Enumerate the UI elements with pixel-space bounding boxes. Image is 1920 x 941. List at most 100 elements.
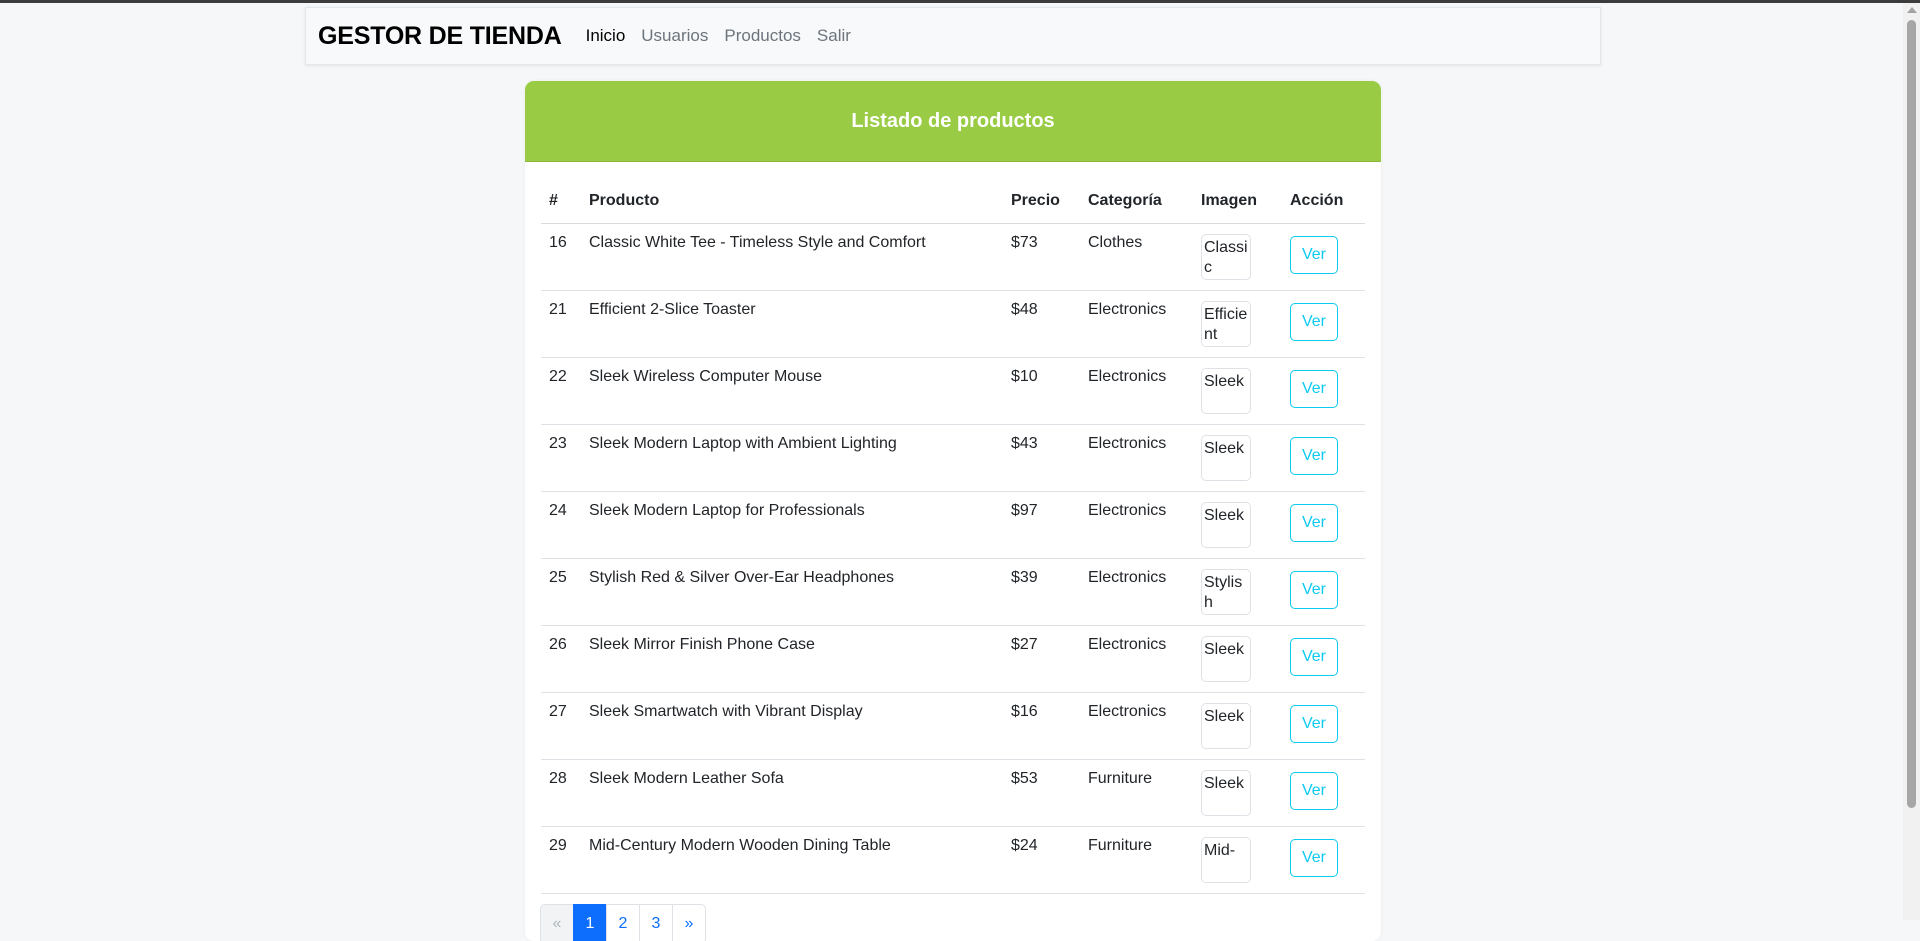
card-header: Listado de productos (525, 81, 1381, 162)
cell-image: Stylish (1193, 558, 1282, 626)
cell-id: 26 (541, 625, 581, 693)
product-image-broken: Sleek (1201, 769, 1251, 816)
cell-id: 16 (541, 223, 581, 291)
pagination-prev[interactable]: « (540, 904, 574, 941)
cell-price: $43 (1003, 424, 1080, 492)
table-row: 22 Sleek Wireless Computer Mouse $10 Ele… (541, 357, 1365, 425)
product-image-broken: Stylish (1201, 568, 1251, 615)
view-button[interactable]: Ver (1290, 570, 1338, 609)
brand-title[interactable]: GESTOR DE TIENDA (318, 22, 562, 51)
table-row: 21 Efficient 2-Slice Toaster $48 Electro… (541, 290, 1365, 358)
cell-price: $24 (1003, 826, 1080, 894)
view-button[interactable]: Ver (1290, 838, 1338, 877)
table-row: 28 Sleek Modern Leather Sofa $53 Furnitu… (541, 759, 1365, 827)
cell-product: Sleek Modern Laptop for Professionals (581, 491, 1003, 559)
table-header-row: # Producto Precio Categoría Imagen Acció… (541, 180, 1365, 224)
cell-action: Ver (1282, 223, 1365, 291)
pagination: « 1 2 3 » (540, 904, 706, 941)
navbar: GESTOR DE TIENDA Inicio Usuarios Product… (305, 7, 1601, 65)
products-card: Listado de productos # Producto Precio C… (525, 81, 1381, 941)
cell-product: Sleek Modern Leather Sofa (581, 759, 1003, 827)
product-image-broken: Mid- (1201, 836, 1251, 883)
cell-product: Efficient 2-Slice Toaster (581, 290, 1003, 358)
cell-category: Electronics (1080, 625, 1193, 693)
cell-price: $73 (1003, 223, 1080, 291)
view-button[interactable]: Ver (1290, 369, 1338, 408)
cell-image: Efficient (1193, 290, 1282, 358)
view-button[interactable]: Ver (1290, 771, 1338, 810)
cell-category: Electronics (1080, 424, 1193, 492)
cell-product: Sleek Smartwatch with Vibrant Display (581, 692, 1003, 760)
cell-category: Furniture (1080, 759, 1193, 827)
table-row: 23 Sleek Modern Laptop with Ambient Ligh… (541, 424, 1365, 492)
table-row: 16 Classic White Tee - Timeless Style an… (541, 223, 1365, 291)
card-body: # Producto Precio Categoría Imagen Acció… (525, 162, 1381, 941)
view-button[interactable]: Ver (1290, 302, 1338, 341)
nav-link-salir[interactable]: Salir (817, 26, 851, 46)
cell-image: Sleek (1193, 759, 1282, 827)
pagination-page-2[interactable]: 2 (606, 904, 640, 941)
cell-action: Ver (1282, 759, 1365, 827)
column-header-image: Imagen (1193, 180, 1282, 224)
table-row: 25 Stylish Red & Silver Over-Ear Headpho… (541, 558, 1365, 626)
product-image-broken: Sleek (1201, 501, 1251, 548)
cell-id: 25 (541, 558, 581, 626)
cell-id: 22 (541, 357, 581, 425)
cell-category: Electronics (1080, 491, 1193, 559)
cell-price: $10 (1003, 357, 1080, 425)
cell-id: 23 (541, 424, 581, 492)
cell-category: Furniture (1080, 826, 1193, 894)
cell-product: Sleek Wireless Computer Mouse (581, 357, 1003, 425)
scroll-thumb[interactable] (1907, 20, 1916, 808)
view-button[interactable]: Ver (1290, 704, 1338, 743)
view-button[interactable]: Ver (1290, 503, 1338, 542)
cell-action: Ver (1282, 357, 1365, 425)
view-button[interactable]: Ver (1290, 235, 1338, 274)
cell-id: 24 (541, 491, 581, 559)
vertical-scrollbar[interactable] (1903, 3, 1920, 920)
column-header-action: Acción (1282, 180, 1365, 224)
table-row: 29 Mid-Century Modern Wooden Dining Tabl… (541, 826, 1365, 894)
product-image-broken: Sleek (1201, 702, 1251, 749)
window-top-border (0, 0, 1920, 3)
cell-image: Classic (1193, 223, 1282, 291)
cell-id: 21 (541, 290, 581, 358)
product-image-broken: Sleek (1201, 367, 1251, 414)
cell-product: Sleek Mirror Finish Phone Case (581, 625, 1003, 693)
cell-image: Mid- (1193, 826, 1282, 894)
cell-category: Electronics (1080, 692, 1193, 760)
view-button[interactable]: Ver (1290, 637, 1338, 676)
column-header-product: Producto (581, 180, 1003, 224)
cell-image: Sleek (1193, 625, 1282, 693)
cell-image: Sleek (1193, 424, 1282, 492)
product-image-broken: Efficient (1201, 300, 1251, 347)
column-header-id: # (541, 180, 581, 224)
nav-link-usuarios[interactable]: Usuarios (641, 26, 708, 46)
column-header-category: Categoría (1080, 180, 1193, 224)
scroll-up-arrow-icon[interactable] (1907, 7, 1917, 13)
pagination-page-1[interactable]: 1 (573, 904, 607, 941)
view-button[interactable]: Ver (1290, 436, 1338, 475)
cell-action: Ver (1282, 625, 1365, 693)
card-title: Listado de productos (851, 109, 1055, 132)
cell-id: 29 (541, 826, 581, 894)
cell-id: 28 (541, 759, 581, 827)
cell-image: Sleek (1193, 357, 1282, 425)
cell-action: Ver (1282, 826, 1365, 894)
cell-action: Ver (1282, 290, 1365, 358)
cell-price: $27 (1003, 625, 1080, 693)
nav-link-productos[interactable]: Productos (724, 26, 801, 46)
column-header-price: Precio (1003, 180, 1080, 224)
cell-category: Electronics (1080, 290, 1193, 358)
cell-action: Ver (1282, 424, 1365, 492)
cell-action: Ver (1282, 558, 1365, 626)
pagination-next[interactable]: » (672, 904, 706, 941)
cell-price: $53 (1003, 759, 1080, 827)
pagination-page-3[interactable]: 3 (639, 904, 673, 941)
cell-price: $39 (1003, 558, 1080, 626)
table-row: 26 Sleek Mirror Finish Phone Case $27 El… (541, 625, 1365, 693)
cell-category: Clothes (1080, 223, 1193, 291)
product-image-broken: Sleek (1201, 434, 1251, 481)
nav-link-inicio[interactable]: Inicio (586, 26, 626, 46)
products-table: # Producto Precio Categoría Imagen Acció… (541, 180, 1365, 894)
